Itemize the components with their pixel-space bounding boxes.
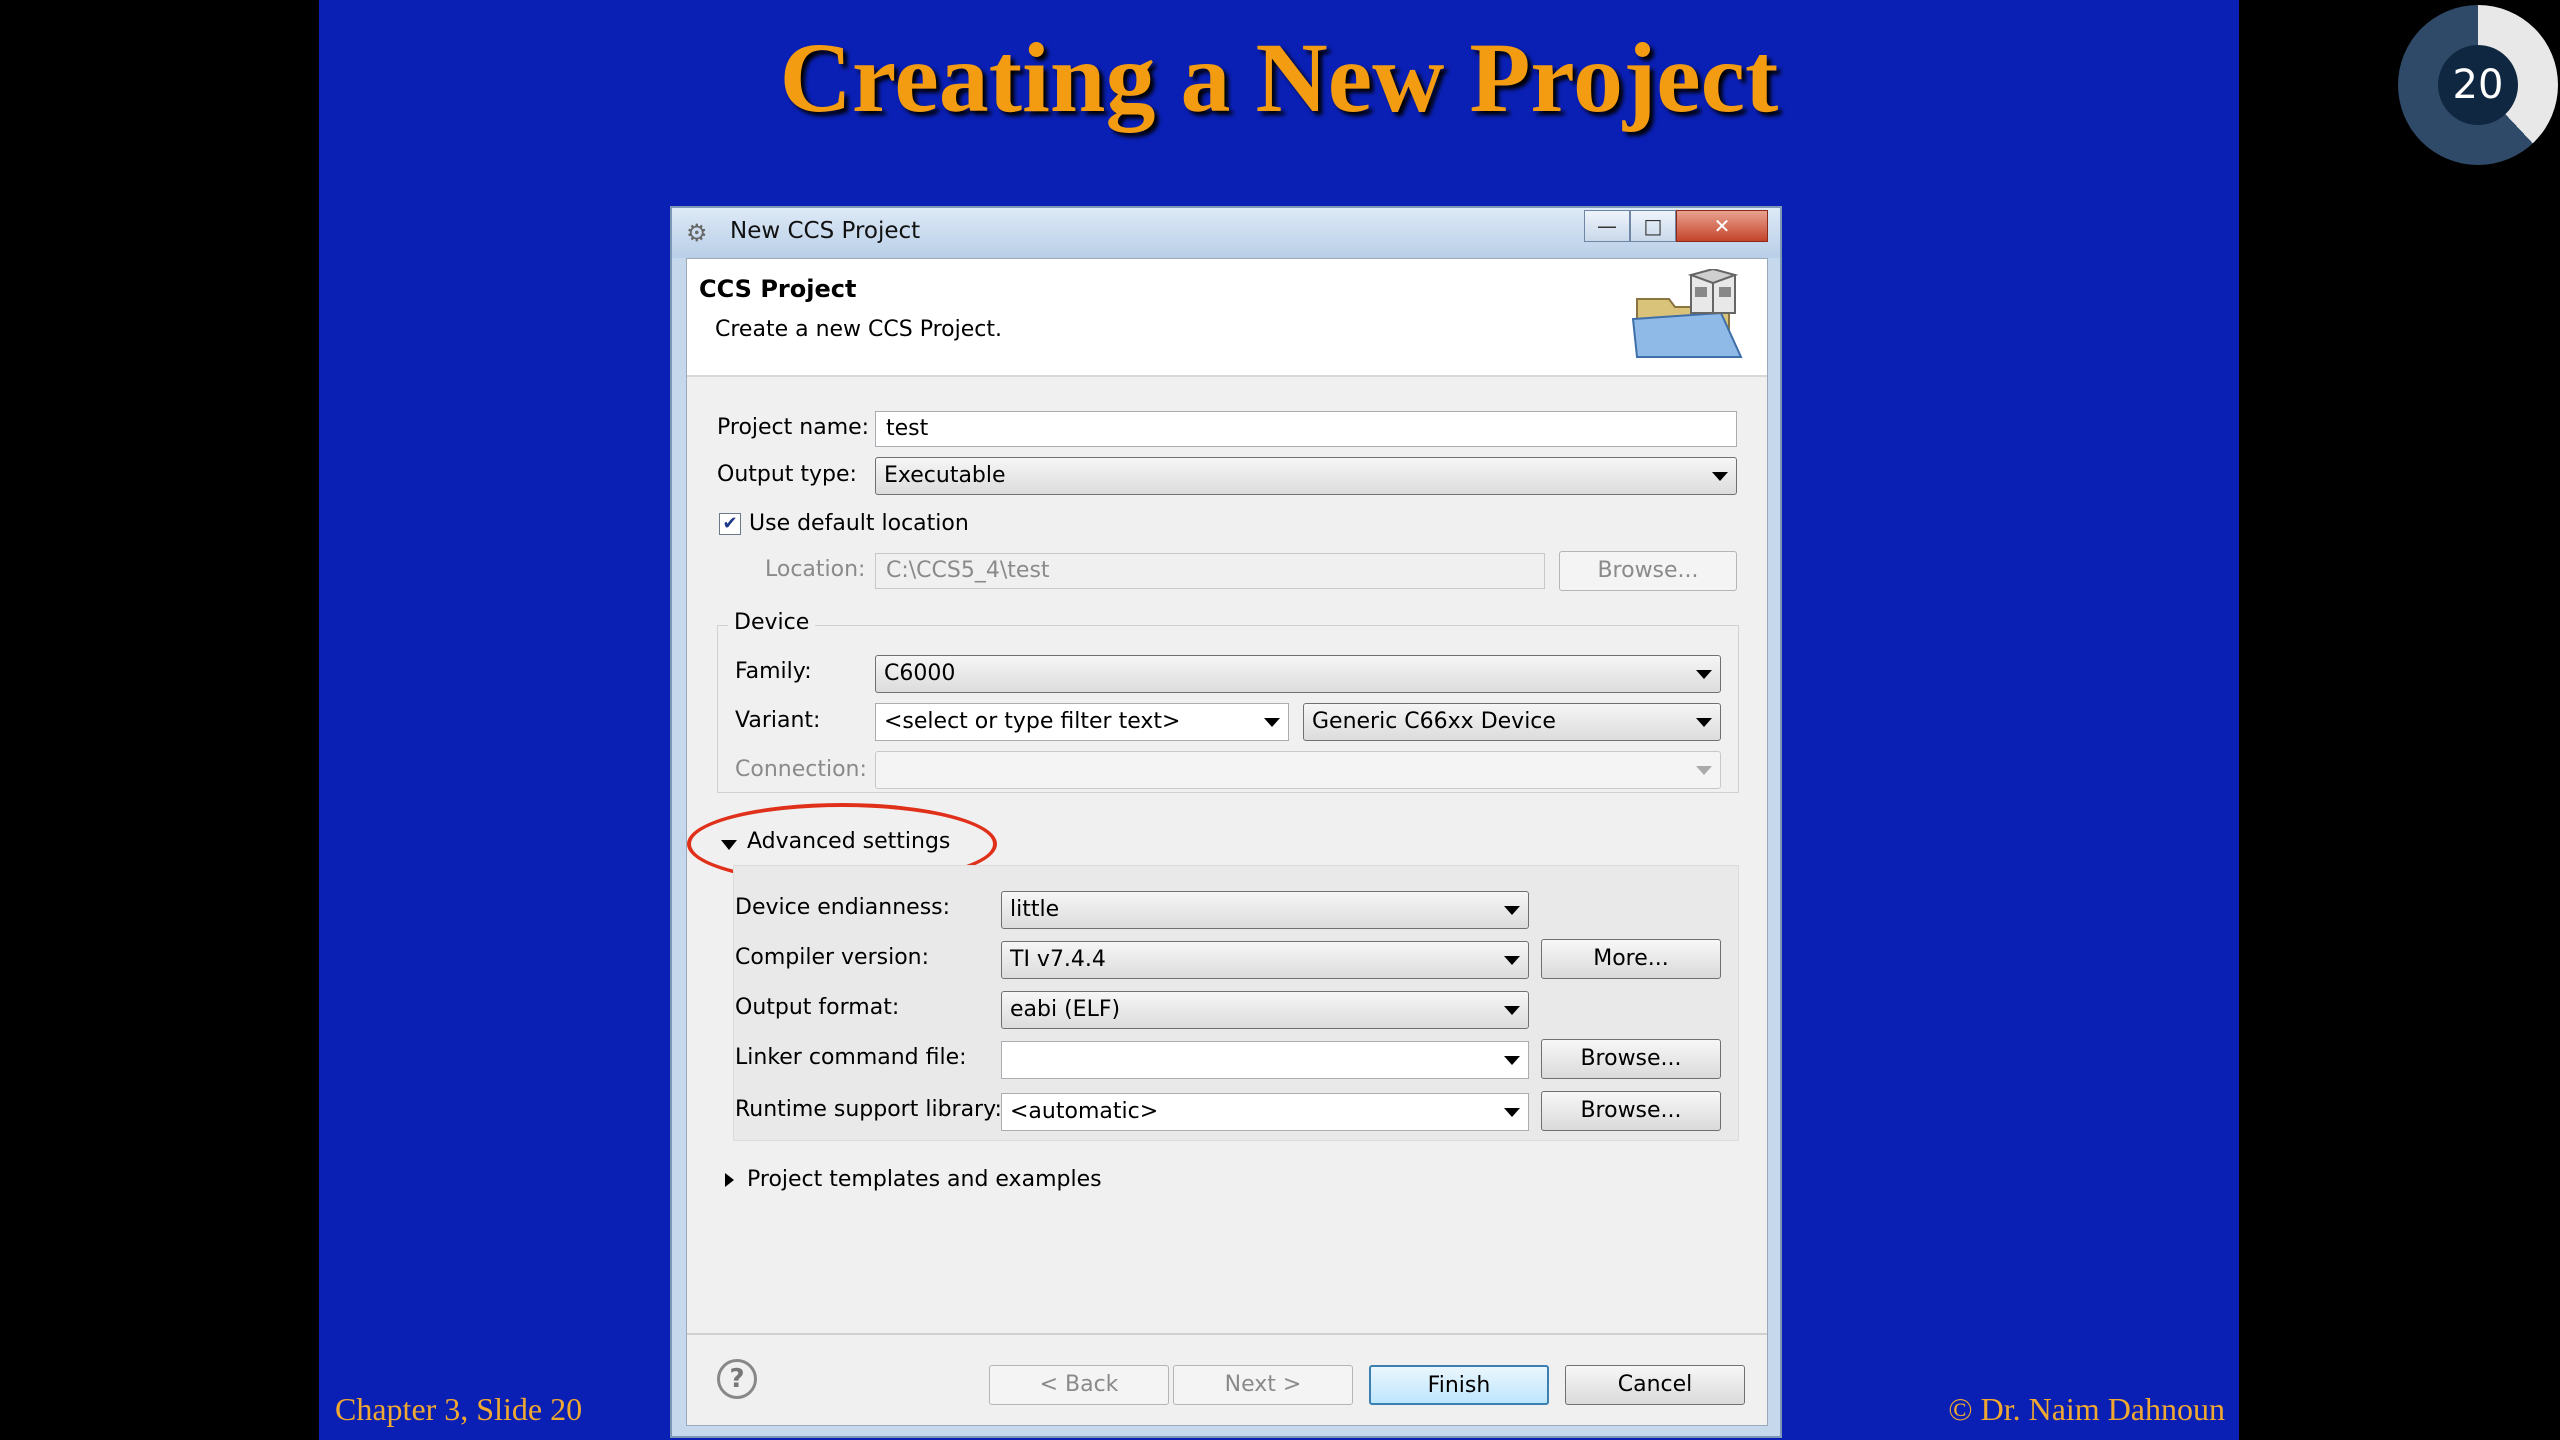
runtime-browse-button[interactable]: Browse...: [1541, 1091, 1721, 1131]
footer-separator: [687, 1333, 1767, 1335]
chevron-down-icon: [1504, 956, 1520, 965]
runtime-library-value: <automatic>: [1010, 1099, 1159, 1124]
expand-down-icon: [721, 840, 737, 850]
chevron-down-icon: [1504, 1056, 1520, 1065]
output-type-value: Executable: [884, 463, 1006, 488]
chevron-down-icon: [1696, 766, 1712, 775]
variant-label: Variant:: [735, 708, 821, 733]
slide-number-badge: 20: [2398, 5, 2558, 165]
project-name-label: Project name:: [717, 415, 870, 440]
output-format-label: Output format:: [735, 995, 900, 1020]
ccs-gear-icon: ⚙: [686, 219, 708, 247]
project-folder-icon: [1631, 269, 1743, 358]
chevron-down-icon: [1504, 906, 1520, 915]
next-button[interactable]: Next >: [1173, 1365, 1353, 1405]
connection-label: Connection:: [735, 757, 867, 782]
compiler-version-value: TI v7.4.4: [1010, 947, 1106, 972]
dialog-titlebar[interactable]: ⚙ New CCS Project — □ ✕: [672, 208, 1780, 258]
more-button[interactable]: More...: [1541, 939, 1721, 979]
linker-browse-button[interactable]: Browse...: [1541, 1039, 1721, 1079]
use-default-location-checkbox[interactable]: ✔: [719, 513, 741, 535]
connection-select[interactable]: [875, 751, 1721, 789]
compiler-version-label: Compiler version:: [735, 945, 930, 970]
chevron-down-icon: [1264, 718, 1280, 727]
window-controls: — □ ✕: [1584, 210, 1768, 244]
linker-command-file-input[interactable]: [1001, 1041, 1529, 1079]
back-button[interactable]: < Back: [989, 1365, 1169, 1405]
runtime-library-label: Runtime support library:: [735, 1097, 1002, 1122]
close-button[interactable]: ✕: [1676, 210, 1768, 242]
header-title: CCS Project: [699, 275, 857, 303]
variant-filter-input[interactable]: <select or type filter text>: [875, 703, 1289, 741]
compiler-version-select[interactable]: TI v7.4.4: [1001, 941, 1529, 979]
chevron-down-icon: [1696, 670, 1712, 679]
endianness-value: little: [1010, 897, 1060, 922]
variant-value: Generic C66xx Device: [1312, 709, 1556, 734]
chevron-down-icon: [1504, 1006, 1520, 1015]
slide-footer-copyright: © Dr. Naim Dahnoun: [1948, 1391, 2225, 1427]
new-ccs-project-dialog: ⚙ New CCS Project — □ ✕ CCS Project Crea…: [670, 206, 1782, 1438]
help-icon[interactable]: ?: [717, 1359, 757, 1399]
slide-title: Creating a New Project: [779, 22, 1779, 133]
slide-footer-chapter: Chapter 3, Slide 20: [335, 1391, 583, 1427]
family-value: C6000: [884, 661, 956, 686]
dialog-body: CCS Project Create a new CCS Project. Pr…: [686, 258, 1768, 1426]
chevron-down-icon: [1504, 1108, 1520, 1117]
location-browse-button[interactable]: Browse...: [1559, 551, 1737, 591]
device-group-title: Device: [728, 610, 816, 635]
maximize-button[interactable]: □: [1630, 210, 1676, 242]
slide-number: 20: [2438, 45, 2518, 125]
header-subtitle: Create a new CCS Project.: [715, 317, 1002, 342]
endianness-select[interactable]: little: [1001, 891, 1529, 929]
output-type-select[interactable]: Executable: [875, 457, 1737, 495]
minimize-button[interactable]: —: [1584, 210, 1630, 242]
variant-filter-text: <select or type filter text>: [884, 709, 1181, 734]
use-default-location-label: Use default location: [749, 511, 969, 536]
project-name-input[interactable]: test: [875, 411, 1737, 447]
location-input[interactable]: C:\CCS5_4\test: [875, 553, 1545, 589]
family-label: Family:: [735, 659, 812, 684]
chevron-down-icon: [1712, 472, 1728, 481]
family-select[interactable]: C6000: [875, 655, 1721, 693]
output-format-select[interactable]: eabi (ELF): [1001, 991, 1529, 1029]
chevron-down-icon: [1696, 718, 1712, 727]
advanced-settings-toggle[interactable]: Advanced settings: [747, 829, 950, 854]
dialog-header: CCS Project Create a new CCS Project.: [687, 259, 1767, 377]
dialog-title: New CCS Project: [730, 218, 921, 244]
output-type-label: Output type:: [717, 462, 857, 487]
location-label: Location:: [765, 557, 866, 582]
runtime-library-input[interactable]: <automatic>: [1001, 1093, 1529, 1131]
variant-select[interactable]: Generic C66xx Device: [1303, 703, 1721, 741]
linker-command-file-label: Linker command file:: [735, 1045, 967, 1070]
output-format-value: eabi (ELF): [1010, 997, 1121, 1022]
endianness-label: Device endianness:: [735, 895, 951, 920]
cancel-button[interactable]: Cancel: [1565, 1365, 1745, 1405]
expand-right-icon: [725, 1173, 734, 1187]
finish-button[interactable]: Finish: [1369, 1365, 1549, 1405]
project-templates-toggle[interactable]: Project templates and examples: [747, 1167, 1102, 1192]
